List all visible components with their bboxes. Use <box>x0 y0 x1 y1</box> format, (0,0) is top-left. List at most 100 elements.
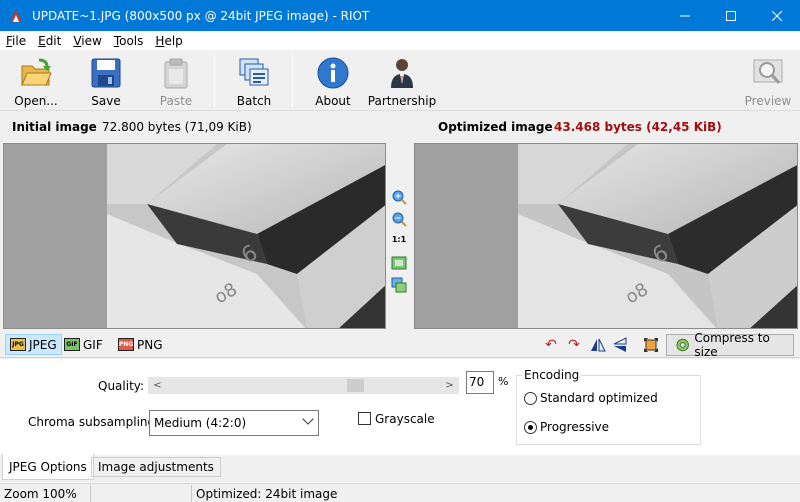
quality-slider[interactable]: < > <box>148 377 459 394</box>
slider-right-arrow[interactable]: > <box>441 378 458 393</box>
fit-window-icon <box>391 256 407 270</box>
chroma-subsampling-select[interactable]: Medium (4:2:0) <box>149 410 319 436</box>
rotate-right-button[interactable]: ↷ <box>566 337 582 353</box>
format-png-label: PNG <box>137 337 163 352</box>
menu-tools[interactable]: Tools <box>108 34 150 48</box>
tab-jpeg-options[interactable]: JPEG Options <box>2 454 94 480</box>
slider-left-arrow[interactable]: < <box>149 378 166 393</box>
open-folder-icon <box>19 56 53 90</box>
paste-button[interactable]: Paste <box>148 54 204 108</box>
compress-to-size-button[interactable]: Compress to size <box>666 331 794 359</box>
tab-image-adjustments[interactable]: Image adjustments <box>91 457 221 477</box>
chevron-right-icon: > <box>445 380 454 391</box>
save-button[interactable]: Save <box>78 54 134 108</box>
menu-tools-label: ools <box>119 33 144 48</box>
save-disk-icon <box>89 56 123 90</box>
preview-label: Preview <box>744 94 792 108</box>
about-button[interactable]: About <box>305 54 361 108</box>
save-label: Save <box>91 94 121 108</box>
zoom-out-button[interactable] <box>391 211 407 227</box>
resize-icon <box>644 338 658 352</box>
paste-clipboard-icon <box>159 56 193 90</box>
options-tabs: JPEG Options Image adjustments <box>0 454 800 481</box>
jpeg-icon: JPG <box>10 338 26 351</box>
quality-slider-thumb[interactable] <box>347 379 364 392</box>
chevron-left-icon: < <box>153 380 162 391</box>
toolbar-separator <box>292 55 293 107</box>
resize-button[interactable] <box>643 337 659 353</box>
menu-edit[interactable]: Edit <box>32 34 67 48</box>
partnership-button[interactable]: Partnership <box>366 54 438 108</box>
menu-file-label: ile <box>12 33 27 48</box>
jpeg-options-panel: Quality: < > 70 % Chroma subsampling: Me… <box>0 359 800 455</box>
initial-image-label: Initial image <box>12 120 97 134</box>
format-png-tab[interactable]: PNG PNG <box>114 334 167 355</box>
initial-image-size: 72.800 bytes (71,09 KiB) <box>102 120 252 134</box>
menu-view[interactable]: View <box>67 34 107 48</box>
format-gif-label: GIF <box>83 337 103 352</box>
optimized-image-label: Optimized image <box>438 120 553 134</box>
rotate-left-icon: ↶ <box>545 337 557 353</box>
flip-horizontal-icon <box>591 338 606 352</box>
zoom-actual-size-button[interactable]: 1:1 <box>391 235 407 251</box>
standard-optimized-radio[interactable] <box>524 392 537 405</box>
paste-label: Paste <box>159 94 193 108</box>
initial-image-pane[interactable]: 6 o8 <box>3 143 386 329</box>
open-label: Open... <box>14 94 58 108</box>
menu-view-label: iew <box>81 33 102 48</box>
compress-gear-icon <box>676 338 689 352</box>
close-icon <box>772 10 782 21</box>
gif-icon: GIF <box>64 338 80 351</box>
info-icon <box>316 56 350 90</box>
zoom-in-button[interactable] <box>391 189 407 205</box>
maximize-icon <box>726 10 736 21</box>
status-message: Optimized: 24bit image <box>196 487 338 501</box>
menu-bar: File Edit View Tools Help <box>0 31 800 51</box>
status-bar: Zoom 100% Optimized: 24bit image <box>0 483 800 502</box>
quality-percent-unit: % <box>498 375 509 388</box>
menu-help[interactable]: Help <box>149 34 188 48</box>
menu-help-label: elp <box>164 33 183 48</box>
encoding-group-title: Encoding <box>522 368 582 382</box>
flip-vertical-button[interactable] <box>612 337 628 353</box>
chroma-subsampling-label: Chroma subsampling: <box>28 415 160 429</box>
maximize-button[interactable] <box>708 0 754 31</box>
grayscale-label: Grayscale <box>375 412 435 426</box>
rotate-left-button[interactable]: ↶ <box>543 337 559 353</box>
format-jpeg-label: JPEG <box>29 337 57 352</box>
window-title: UPDATE~1.JPG (800x500 px @ 24bit JPEG im… <box>32 8 370 23</box>
minimize-button[interactable] <box>662 0 708 31</box>
preview-button[interactable]: Preview <box>740 54 796 108</box>
initial-image-preview: 6 o8 <box>107 144 385 328</box>
menu-edit-accelerator: E <box>38 33 46 48</box>
quality-label: Quality: <box>98 379 145 393</box>
optimized-image-size: 43.468 bytes (42,45 KiB) <box>554 120 722 134</box>
partnership-label: Partnership <box>367 94 437 108</box>
zoom-toolstrip: 1:1 <box>386 143 413 329</box>
batch-button[interactable]: Batch <box>226 54 282 108</box>
menu-file[interactable]: File <box>0 34 32 48</box>
status-empty-cell <box>91 485 192 502</box>
rotate-right-icon: ↷ <box>568 337 580 353</box>
compare-images-icon <box>391 277 407 293</box>
minimize-icon <box>680 15 690 16</box>
progressive-label: Progressive <box>540 420 610 434</box>
chevron-down-icon <box>302 413 314 425</box>
batch-label: Batch <box>236 94 272 108</box>
open-button[interactable]: Open... <box>8 54 64 108</box>
toolbar: Open... Save Paste Batch About Partnersh… <box>0 51 800 111</box>
quality-value-input[interactable]: 70 <box>466 371 494 394</box>
close-button[interactable] <box>754 0 800 31</box>
image-info-bar: Initial image 72.800 bytes (71,09 KiB) O… <box>0 113 800 141</box>
format-jpeg-tab[interactable]: JPG JPEG <box>5 334 62 355</box>
about-label: About <box>315 94 351 108</box>
progressive-radio[interactable] <box>524 421 537 434</box>
flip-horizontal-button[interactable] <box>590 337 606 353</box>
batch-images-icon <box>237 56 271 90</box>
optimized-image-pane[interactable]: 6 o8 <box>414 143 798 329</box>
grayscale-checkbox[interactable] <box>358 412 371 425</box>
fit-to-window-button[interactable] <box>391 255 407 271</box>
zoom-in-icon <box>392 190 407 205</box>
format-gif-tab[interactable]: GIF GIF <box>60 334 107 355</box>
compare-view-button[interactable] <box>391 277 407 293</box>
